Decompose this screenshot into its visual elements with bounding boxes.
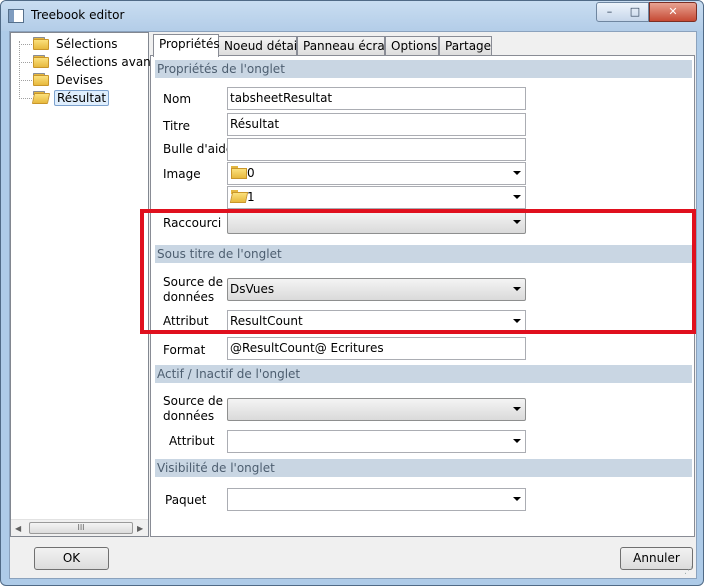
section-header-sous-titre: Sous titre de l'onglet: [155, 245, 692, 263]
tab-partage[interactable]: Partage: [439, 36, 492, 56]
tree-horizontal-scrollbar[interactable]: ◀ III ▶: [11, 519, 148, 536]
tree-item-label: Résultat: [54, 90, 110, 106]
sous-titre-source-label-2: données: [163, 290, 215, 304]
sous-titre-source-select[interactable]: DsVues: [227, 278, 526, 301]
tab-panneau-ecran[interactable]: Panneau écran: [297, 36, 392, 56]
titre-label: Titre: [163, 119, 191, 133]
maximize-button[interactable]: □: [622, 2, 649, 22]
section-header-proprietes: Propriétés de l'onglet: [155, 60, 692, 78]
scroll-right-icon[interactable]: ▶: [137, 524, 143, 533]
tab-proprietes[interactable]: Propriétés: [153, 34, 220, 57]
folder-icon: [231, 166, 247, 179]
tree-item-label: Sélections: [56, 37, 118, 51]
format-label: Format: [163, 343, 206, 357]
treebook-editor-window: Treebook editor – □ ✕ Sélections Sélecti…: [0, 0, 704, 586]
folder-open-icon: [31, 91, 51, 104]
chevron-down-icon: [513, 439, 521, 443]
nom-field[interactable]: tabsheetResultat: [227, 87, 526, 110]
scroll-thumb[interactable]: III: [29, 522, 133, 534]
title-bar[interactable]: Treebook editor – □ ✕: [1, 1, 703, 31]
chevron-down-icon: [513, 195, 521, 199]
folder-icon: [33, 37, 49, 50]
raccourci-label: Raccourci: [163, 216, 222, 230]
cancel-button[interactable]: Annuler: [620, 547, 693, 570]
sous-titre-attribut-select[interactable]: ResultCount: [227, 310, 526, 333]
chevron-down-icon: [513, 497, 521, 501]
tree-line: [19, 41, 20, 97]
chevron-down-icon: [513, 319, 521, 323]
section-header-visibilite: Visibilité de l'onglet: [155, 459, 692, 477]
folder-icon: [33, 55, 49, 68]
scroll-left-icon[interactable]: ◀: [15, 524, 21, 533]
actif-source-label-2: données: [163, 409, 215, 423]
actif-source-label-1: Source de: [163, 394, 224, 408]
app-icon: [8, 9, 24, 23]
chevron-down-icon: [513, 171, 521, 175]
paquet-select[interactable]: [227, 488, 526, 511]
image-select-1-value: 0: [247, 166, 255, 180]
raccourci-select[interactable]: [227, 211, 526, 234]
actif-source-select[interactable]: [227, 398, 526, 421]
client-area: Sélections Sélections avancé Devises Rés…: [9, 31, 697, 579]
image-select-2[interactable]: 1: [227, 186, 526, 209]
bulle-aide-field[interactable]: [227, 138, 526, 161]
paquet-label: Paquet: [165, 493, 207, 507]
sous-titre-source-value: DsVues: [230, 282, 275, 296]
sous-titre-attribut-label: Attribut: [163, 314, 209, 328]
folder-icon: [33, 73, 49, 86]
tab-noeud-detail[interactable]: Noeud détail: [218, 36, 300, 56]
chevron-down-icon: [513, 407, 521, 411]
tree-view[interactable]: Sélections Sélections avancé Devises Rés…: [10, 32, 165, 537]
close-button[interactable]: ✕: [649, 2, 697, 22]
actif-attribut-label: Attribut: [169, 434, 215, 448]
minimize-button[interactable]: –: [596, 2, 623, 22]
tab-panel-proprietes: Propriétés de l'onglet Nom tabsheetResul…: [150, 55, 695, 537]
image-label: Image: [163, 167, 201, 181]
sous-titre-attribut-value: ResultCount: [230, 314, 303, 328]
tab-options[interactable]: Options: [385, 36, 439, 56]
image-select-1[interactable]: 0: [227, 162, 526, 185]
nom-label: Nom: [163, 92, 192, 106]
actif-attribut-select[interactable]: [227, 430, 526, 453]
resize-grip-icon[interactable]: ⋰: [684, 566, 694, 576]
chevron-down-icon: [513, 287, 521, 291]
titre-field[interactable]: Résultat: [227, 113, 526, 136]
format-field[interactable]: @ResultCount@ Ecritures: [227, 337, 526, 360]
chevron-down-icon: [513, 220, 521, 224]
sous-titre-source-label-1: Source de: [163, 275, 224, 289]
tree-item-label: Devises: [56, 73, 103, 87]
ok-button[interactable]: OK: [34, 547, 109, 570]
bulle-aide-label: Bulle d'aide: [163, 142, 234, 156]
section-header-actif: Actif / Inactif de l'onglet: [155, 365, 692, 383]
folder-open-icon: [229, 190, 249, 203]
window-title: Treebook editor: [31, 8, 125, 22]
